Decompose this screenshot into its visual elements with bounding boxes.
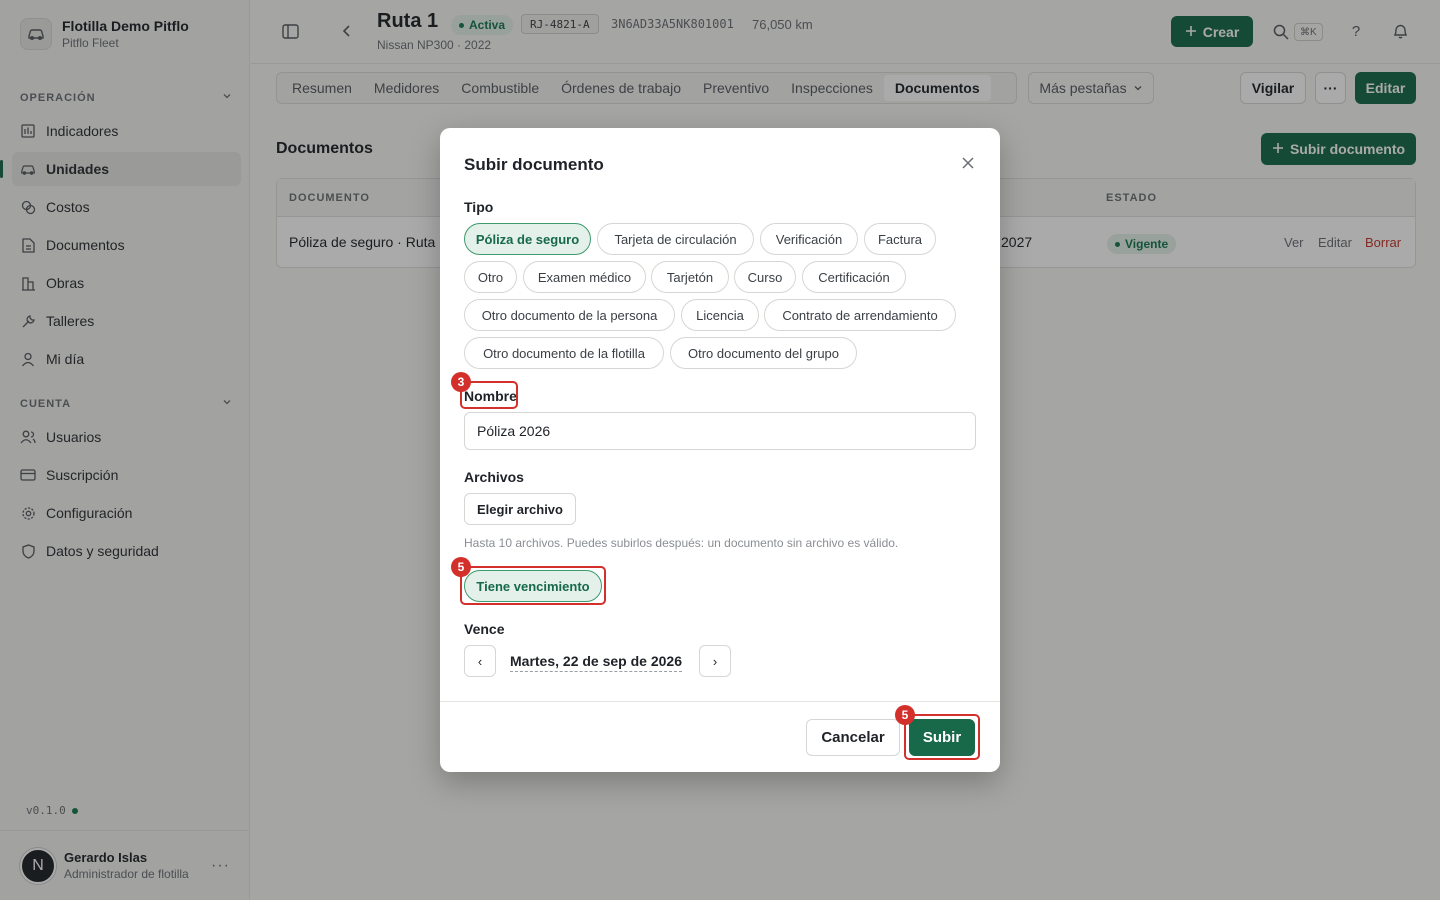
highlight-submit-button <box>904 714 980 760</box>
name-input[interactable]: Póliza 2026 <box>464 412 976 450</box>
type-chip-certificacion[interactable]: Certificación <box>802 261 906 293</box>
upload-document-dialog: Subir documento Tipo Póliza de seguro Ta… <box>440 128 1000 772</box>
type-chip-factura[interactable]: Factura <box>864 223 936 255</box>
cancel-button[interactable]: Cancelar <box>806 719 900 756</box>
type-chip-examen-medico[interactable]: Examen médico <box>523 261 646 293</box>
type-chip-licencia[interactable]: Licencia <box>681 299 759 331</box>
step-badge: 3 <box>451 372 471 392</box>
step-badge: 5 <box>895 705 915 725</box>
next-date-button[interactable]: › <box>699 645 731 677</box>
type-chip-otro-flotilla[interactable]: Otro documento de la flotilla <box>464 337 664 369</box>
type-chip-otro-grupo[interactable]: Otro documento del grupo <box>670 337 857 369</box>
type-chip-otro-persona[interactable]: Otro documento de la persona <box>464 299 675 331</box>
type-chip-contrato[interactable]: Contrato de arrendamiento <box>764 299 956 331</box>
type-chip-tarjeton[interactable]: Tarjetón <box>651 261 729 293</box>
expires-label: Vence <box>464 621 505 637</box>
dialog-title: Subir documento <box>464 155 604 174</box>
highlight-expiry-toggle <box>460 566 606 605</box>
divider <box>440 701 1000 702</box>
close-icon[interactable] <box>960 155 976 171</box>
step-badge: 5 <box>451 557 471 577</box>
files-hint: Hasta 10 archivos. Puedes subirlos despu… <box>464 536 899 550</box>
files-label: Archivos <box>464 469 524 485</box>
type-chip-otro[interactable]: Otro <box>464 261 517 293</box>
prev-date-button[interactable]: ‹ <box>464 645 496 677</box>
type-chip-poliza[interactable]: Póliza de seguro <box>464 223 591 255</box>
choose-file-button[interactable]: Elegir archivo <box>464 493 576 525</box>
type-chip-tarjeta-circulacion[interactable]: Tarjeta de circulación <box>597 223 754 255</box>
expiry-date-picker[interactable]: Martes, 22 de sep de 2026 <box>510 653 682 672</box>
type-label: Tipo <box>464 199 494 215</box>
type-chip-verificacion[interactable]: Verificación <box>760 223 858 255</box>
type-chip-curso[interactable]: Curso <box>734 261 796 293</box>
